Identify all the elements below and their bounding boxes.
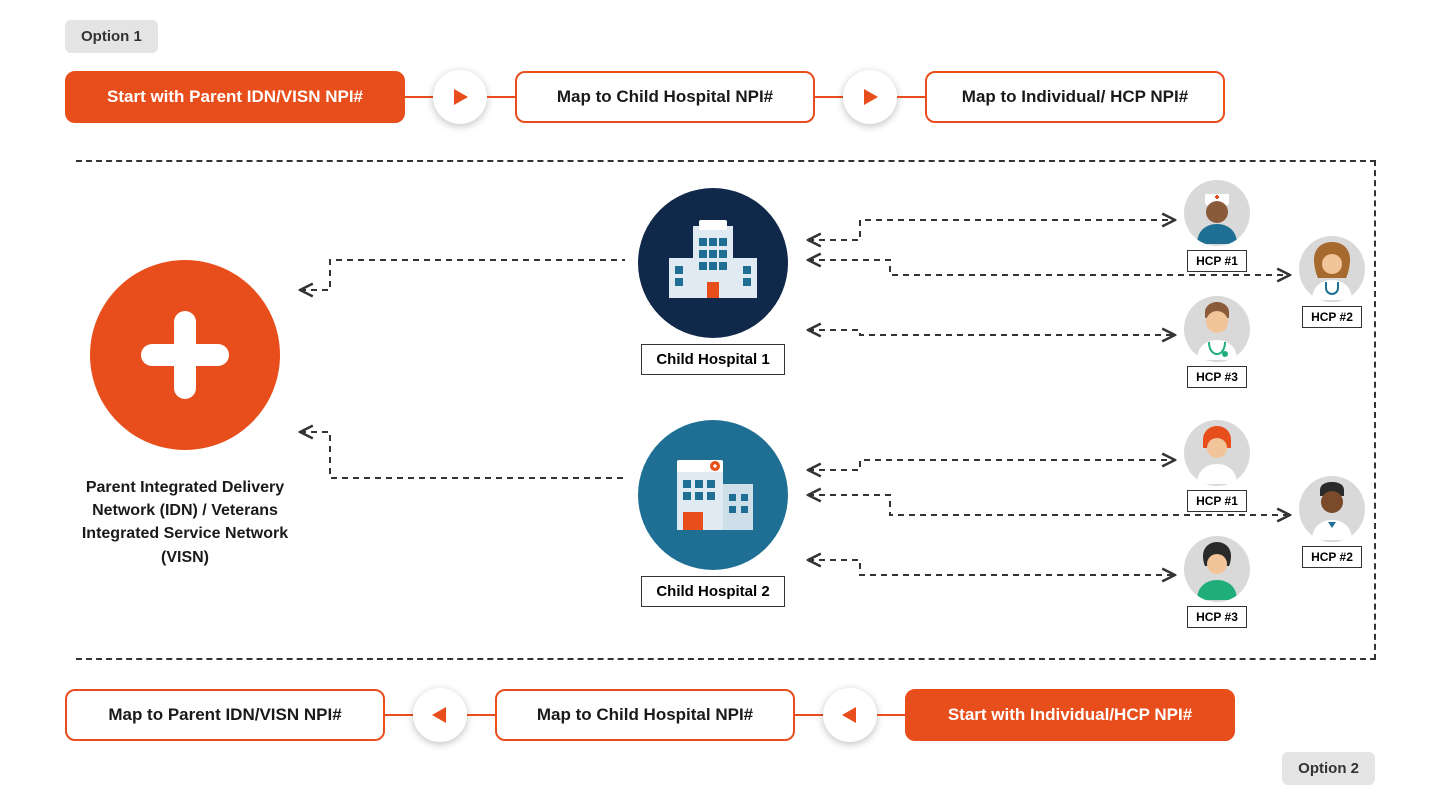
child-hospital-2: Child Hospital 2 [638,420,788,607]
play-left-icon [413,688,467,742]
child-hospital-1-label: Child Hospital 1 [641,344,784,375]
hcp-label: HCP #2 [1302,306,1362,328]
hcp-1-1: HCP #1 [1178,180,1256,272]
play-right-icon [433,70,487,124]
option-2-tag: Option 2 [1282,752,1375,785]
play-right-icon [843,70,897,124]
hcp-label: HCP #1 [1187,490,1247,512]
hcp-2-3: HCP #3 [1178,536,1256,628]
option-1-tag: Option 1 [65,20,158,53]
hcp-1-2: HCP #2 [1293,236,1371,328]
play-left-icon [823,688,877,742]
child-hospital-1: Child Hospital 1 [638,188,788,375]
hcp-label: HCP #1 [1187,250,1247,272]
hcp-label: HCP #3 [1187,366,1247,388]
hospital-icon [638,420,788,570]
parent-idn-node: Parent Integrated Delivery Network (IDN)… [75,260,295,569]
flow-start-hcp: Start with Individual/HCP NPI# [905,689,1235,741]
nurse-icon [1184,180,1250,246]
hcp-2-2: HCP #2 [1293,476,1371,568]
hcp-label: HCP #2 [1302,546,1362,568]
doctor-icon [1299,236,1365,302]
plus-icon [90,260,280,450]
flow-map-child-bottom: Map to Child Hospital NPI# [495,689,795,741]
flow-map-parent: Map to Parent IDN/VISN NPI# [65,689,385,741]
doctor-icon [1299,476,1365,542]
flow-start-parent: Start with Parent IDN/VISN NPI# [65,71,405,123]
doctor-icon [1184,420,1250,486]
hcp-label: HCP #3 [1187,606,1247,628]
hcp-2-1: HCP #1 [1178,420,1256,512]
child-hospital-2-label: Child Hospital 2 [641,576,784,607]
hospital-icon [638,188,788,338]
parent-idn-label: Parent Integrated Delivery Network (IDN)… [75,476,295,569]
flow-map-hcp: Map to Individual/ HCP NPI# [925,71,1225,123]
flow-map-child: Map to Child Hospital NPI# [515,71,815,123]
hcp-1-3: HCP #3 [1178,296,1256,388]
doctor-icon [1184,296,1250,362]
nurse-icon [1184,536,1250,602]
